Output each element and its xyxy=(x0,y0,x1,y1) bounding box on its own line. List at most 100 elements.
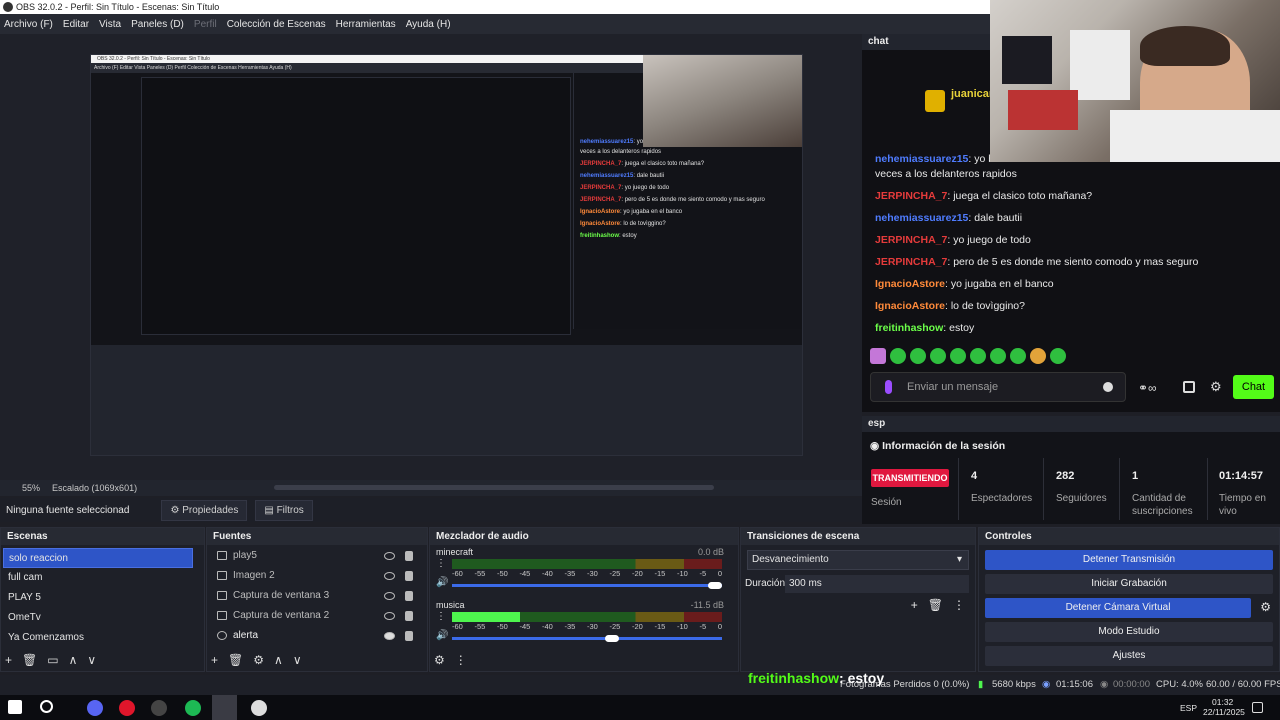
menu-herramientas[interactable]: Herramientas xyxy=(336,19,396,30)
clock-time[interactable]: 01:32 xyxy=(1212,697,1233,707)
down-icon[interactable]: ∨ xyxy=(293,653,302,667)
properties-button[interactable]: ⚙ Propiedades xyxy=(161,499,248,521)
browser-icon xyxy=(217,631,227,640)
emote-icon[interactable] xyxy=(910,348,926,364)
subs-label: Cantidad de suscripciones xyxy=(1132,493,1193,517)
scene-item[interactable]: PLAY 5 xyxy=(3,588,202,608)
down-icon[interactable]: ∨ xyxy=(87,653,96,667)
menu-archivo[interactable]: Archivo (F) xyxy=(4,19,53,30)
add-icon[interactable]: + xyxy=(5,653,12,667)
menu-ayuda[interactable]: Ayuda (H) xyxy=(406,19,451,30)
sources-dock: Fuentes play5 Imagen 2 Captura de ventan… xyxy=(206,527,428,672)
preview-scrollbar[interactable] xyxy=(274,485,714,490)
store-icon[interactable] xyxy=(1183,381,1195,393)
emote-icon[interactable] xyxy=(870,348,886,364)
source-item[interactable]: Captura de ventana 3 xyxy=(215,586,419,606)
source-item[interactable]: play5 xyxy=(215,546,419,566)
add-icon[interactable]: + xyxy=(911,598,918,612)
source-item[interactable]: Captura de ventana 2 xyxy=(215,606,419,626)
scenes-dock: Escenas solo reaccion full cam PLAY 5 Om… xyxy=(0,527,205,672)
spotify-icon[interactable] xyxy=(185,700,201,716)
emote-icon[interactable] xyxy=(1030,348,1046,364)
notification-icon[interactable] xyxy=(1252,702,1263,713)
scene-item[interactable]: Ya Comenzamos xyxy=(3,628,202,648)
menu-dots-icon[interactable]: ⋮ xyxy=(436,558,446,569)
lock-icon[interactable] xyxy=(405,611,413,621)
scene-item[interactable]: OmeTv xyxy=(3,608,202,628)
lock-icon[interactable] xyxy=(405,551,413,561)
scale-tick: -35 xyxy=(564,622,576,631)
hidden-eye-icon[interactable] xyxy=(384,612,395,620)
volume-slider[interactable] xyxy=(452,582,722,589)
trash-icon[interactable]: 🗑 xyxy=(228,653,243,667)
emoji-icon[interactable] xyxy=(1103,382,1113,392)
source-item[interactable]: alerta xyxy=(215,626,419,646)
filter-icon[interactable]: ▭ xyxy=(47,653,58,667)
hidden-eye-icon[interactable] xyxy=(384,552,395,560)
gear-icon[interactable]: ⚙ xyxy=(434,653,445,667)
menu-paneles[interactable]: Paneles (D) xyxy=(131,19,184,30)
duration-input[interactable]: 300 ms xyxy=(785,575,969,593)
scaling-label[interactable]: Escalado (1069x601) xyxy=(52,483,137,493)
hidden-eye-icon[interactable] xyxy=(384,572,395,580)
trash-icon[interactable]: 🗑 xyxy=(22,653,37,667)
scene-item[interactable]: full cam xyxy=(3,568,202,588)
lock-icon[interactable] xyxy=(405,591,413,601)
search-icon[interactable] xyxy=(40,700,53,713)
link-icon[interactable]: ⚭∞ xyxy=(1138,381,1157,395)
speaker-icon[interactable]: 🔊 xyxy=(436,630,448,641)
menu-perfil[interactable]: Perfil xyxy=(194,19,217,30)
language-indicator[interactable]: ESP xyxy=(1180,703,1197,713)
discord-icon[interactable] xyxy=(87,700,103,716)
gear-icon[interactable]: ⚙ xyxy=(253,653,264,667)
filters-button[interactable]: ▤ Filtros xyxy=(255,499,313,521)
chat-input[interactable]: Enviar un mensaje xyxy=(870,372,1126,402)
menu-dots-icon[interactable]: ⋮ xyxy=(455,653,467,667)
stop-streaming-button[interactable]: Detener Transmisión xyxy=(985,550,1273,570)
emote-icon[interactable] xyxy=(890,348,906,364)
app-icon[interactable] xyxy=(151,700,167,716)
clock-date[interactable]: 22/11/2025 xyxy=(1203,707,1245,717)
menu-dots-icon[interactable]: ⋮ xyxy=(953,598,965,612)
emote-icon[interactable] xyxy=(990,348,1006,364)
tiktok-icon[interactable] xyxy=(212,695,237,720)
volume-slider[interactable] xyxy=(452,635,722,642)
stop-virtual-camera-button[interactable]: Detener Cámara Virtual xyxy=(985,598,1251,618)
emote-icon[interactable] xyxy=(930,348,946,364)
up-icon[interactable]: ∧ xyxy=(69,653,78,667)
settings-gear-icon[interactable]: ⚙ xyxy=(1210,379,1222,395)
speaker-icon[interactable]: 🔊 xyxy=(436,577,448,588)
menu-dots-icon[interactable]: ⋮ xyxy=(436,611,446,622)
opera-icon[interactable] xyxy=(119,700,135,716)
emote-icon[interactable] xyxy=(1050,348,1066,364)
transition-select[interactable]: Desvanecimiento ▾ xyxy=(747,550,969,570)
lock-icon[interactable] xyxy=(405,571,413,581)
virtual-camera-settings-icon[interactable]: ⚙ xyxy=(1260,600,1271,614)
studio-mode-button[interactable]: Modo Estudio xyxy=(985,622,1273,642)
visible-eye-icon[interactable] xyxy=(384,632,395,640)
audio-mixer-dock: Mezclador de audio minecraft 0.0 dB -60 -… xyxy=(429,527,739,672)
zoom-level[interactable]: 55% xyxy=(22,483,40,493)
hidden-eye-icon[interactable] xyxy=(384,592,395,600)
add-icon[interactable]: + xyxy=(211,653,218,667)
emote-icon[interactable] xyxy=(970,348,986,364)
scene-item[interactable]: solo reaccion xyxy=(3,548,193,568)
emote-icon[interactable] xyxy=(1010,348,1026,364)
emote-icon[interactable] xyxy=(950,348,966,364)
trash-icon[interactable]: 🗑 xyxy=(928,598,943,612)
mic-icon[interactable] xyxy=(885,380,892,394)
menu-editar[interactable]: Editar xyxy=(63,19,89,30)
volume-knob[interactable] xyxy=(605,635,620,642)
chat-send-button[interactable]: Chat xyxy=(1233,375,1274,399)
obs-icon[interactable] xyxy=(251,700,267,716)
menu-bar: Archivo (F) Editar Vista Paneles (D) Per… xyxy=(0,14,990,34)
start-recording-button[interactable]: Iniciar Grabación xyxy=(985,574,1273,594)
menu-vista[interactable]: Vista xyxy=(99,19,121,30)
windows-start-icon[interactable] xyxy=(8,700,22,714)
source-item[interactable]: Imagen 2 xyxy=(215,566,419,586)
up-icon[interactable]: ∧ xyxy=(274,653,283,667)
settings-button[interactable]: Ajustes xyxy=(985,646,1273,666)
volume-knob[interactable] xyxy=(708,582,722,589)
menu-coleccion-escenas[interactable]: Colección de Escenas xyxy=(227,19,326,30)
lock-icon[interactable] xyxy=(405,631,413,641)
